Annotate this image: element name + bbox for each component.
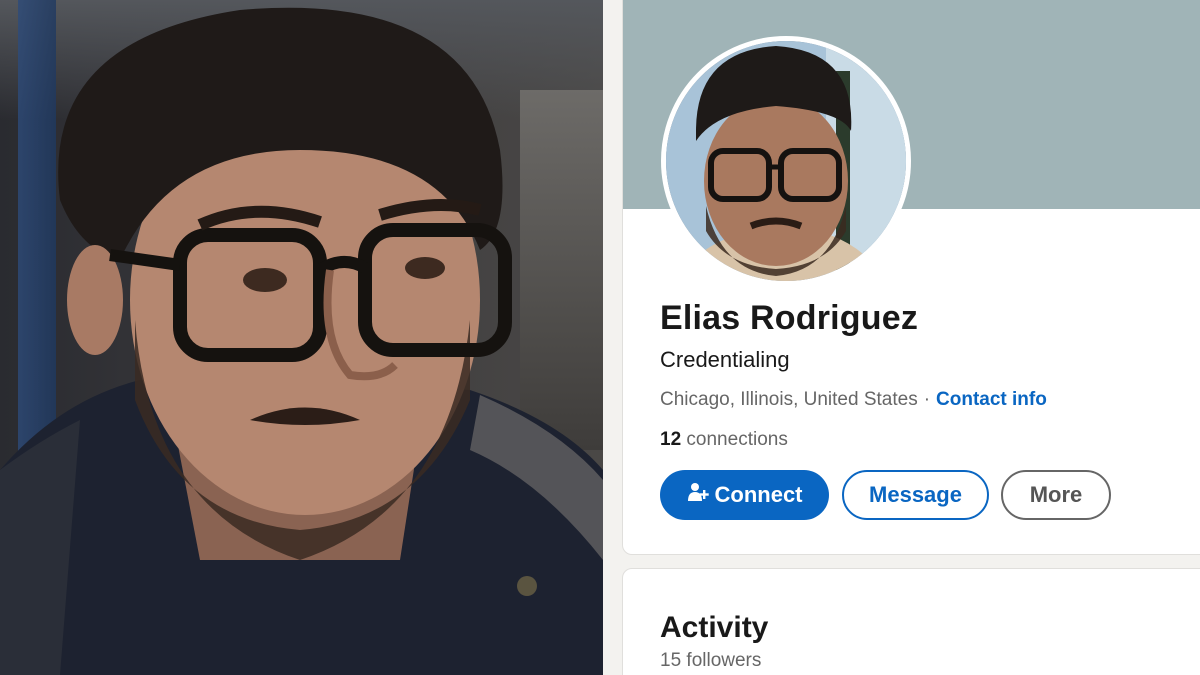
connections-label: connections (686, 429, 788, 450)
portrait-photo (0, 0, 603, 675)
profile-card: Elias Rodriguez Credentialing Chicago, I… (622, 0, 1200, 555)
followers-count: 15 followers (660, 650, 762, 671)
connections-number: 12 (660, 429, 682, 450)
connect-label: Connect (714, 482, 803, 507)
contact-info-link[interactable]: Contact info (936, 389, 1047, 410)
profile-page: Elias Rodriguez Credentialing Chicago, I… (603, 0, 1200, 675)
portrait-illustration (0, 7, 603, 675)
location-text: Chicago, Illinois, United States (660, 389, 918, 410)
more-button[interactable]: More (1001, 470, 1111, 520)
activity-section: Activity 15 followers (622, 568, 1200, 675)
add-person-icon (687, 481, 709, 509)
separator-dot: · (923, 389, 931, 410)
profile-headline: Credentialing (660, 347, 790, 372)
avatar[interactable] (661, 36, 911, 286)
more-label: More (1029, 482, 1083, 507)
location-row: Chicago, Illinois, United States · Contact… (660, 389, 1047, 411)
avatar-photo (666, 41, 906, 281)
profile-name: Elias Rodriguez (660, 299, 919, 337)
activity-title: Activity (660, 611, 769, 644)
message-label: Message (869, 482, 962, 507)
message-button[interactable]: Message (842, 470, 989, 520)
connect-button[interactable]: Connect (660, 470, 829, 520)
connections-count[interactable]: 12 connections (660, 429, 788, 451)
